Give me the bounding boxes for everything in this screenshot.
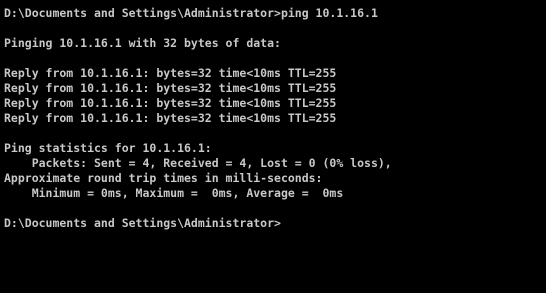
approx-times-line: Approximate round trip times in milli-se… bbox=[4, 171, 323, 185]
console-window[interactable]: D:\Documents and Settings\Administrator>… bbox=[0, 0, 546, 293]
packets-line: Packets: Sent = 4, Received = 4, Lost = … bbox=[4, 156, 392, 170]
reply-line: Reply from 10.1.16.1: bytes=32 time<10ms… bbox=[4, 66, 337, 80]
times-line: Minimum = 0ms, Maximum = 0ms, Average = … bbox=[4, 186, 344, 200]
reply-line: Reply from 10.1.16.1: bytes=32 time<10ms… bbox=[4, 111, 337, 125]
reply-line: Reply from 10.1.16.1: bytes=32 time<10ms… bbox=[4, 81, 337, 95]
final-prompt[interactable]: D:\Documents and Settings\Administrator> bbox=[4, 216, 546, 231]
pinging-line: Pinging 10.1.16.1 with 32 bytes of data: bbox=[4, 36, 281, 50]
stats-header: Ping statistics for 10.1.16.1: bbox=[4, 141, 212, 155]
command-line: D:\Documents and Settings\Administrator>… bbox=[4, 6, 378, 20]
reply-line: Reply from 10.1.16.1: bytes=32 time<10ms… bbox=[4, 96, 337, 110]
